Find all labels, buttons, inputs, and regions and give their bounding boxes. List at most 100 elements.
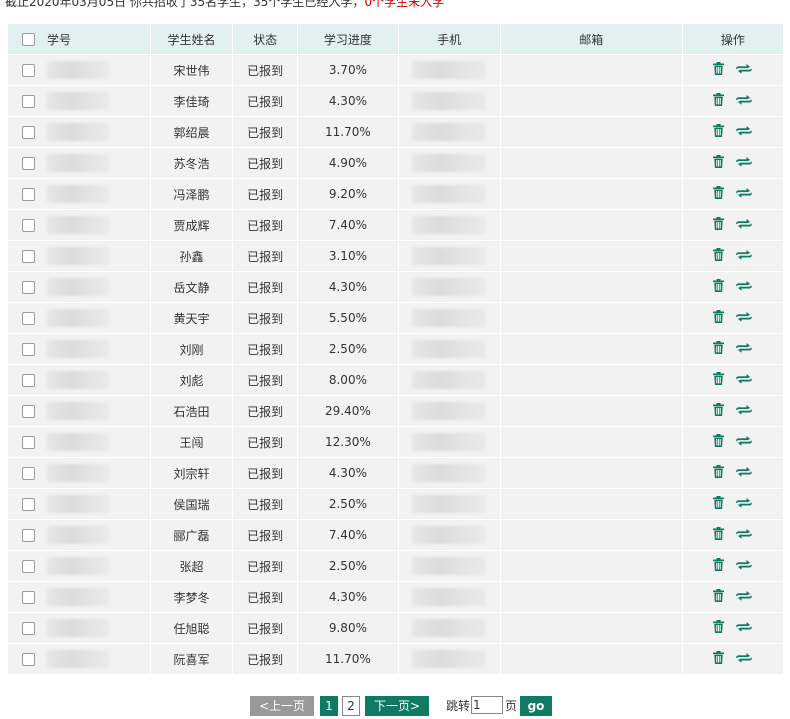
progress-cell: 4.30% — [297, 85, 399, 117]
trash-icon[interactable] — [713, 186, 725, 202]
swap-arrows-icon[interactable] — [736, 621, 753, 635]
trash-icon[interactable] — [713, 279, 725, 295]
swap-arrows-icon[interactable] — [736, 218, 753, 232]
trash-icon[interactable] — [713, 310, 725, 326]
page-1-button[interactable]: 1 — [320, 696, 338, 716]
trash-icon[interactable] — [713, 93, 725, 109]
trash-icon[interactable] — [713, 372, 725, 388]
student-name-cell: 黄天宇 — [150, 302, 233, 334]
select-all-checkbox[interactable] — [22, 32, 35, 46]
trash-icon[interactable] — [713, 589, 725, 605]
swap-arrows-icon[interactable] — [736, 187, 753, 201]
row-checkbox[interactable] — [22, 187, 35, 201]
swap-arrows-icon[interactable] — [736, 342, 753, 356]
table-header-row: 学号 学生姓名 状态 学习进度 手机 邮箱 操作 — [6, 23, 785, 55]
swap-arrows-icon[interactable] — [736, 497, 753, 511]
row-checkbox[interactable] — [22, 342, 35, 356]
jump-label: 跳转 — [446, 699, 471, 713]
trash-icon[interactable] — [713, 527, 725, 543]
row-checkbox[interactable] — [22, 311, 35, 325]
row-checkbox[interactable] — [22, 249, 35, 263]
swap-arrows-icon[interactable] — [736, 280, 753, 294]
next-page-button[interactable]: 下一页> — [365, 696, 429, 716]
email-cell — [499, 147, 683, 179]
row-checkbox[interactable] — [22, 497, 35, 511]
phone-cell — [397, 395, 501, 427]
redacted-student-id — [47, 619, 109, 637]
prev-page-button[interactable]: <上一页 — [250, 696, 314, 716]
email-cell — [499, 85, 683, 117]
email-cell — [499, 426, 683, 458]
swap-arrows-icon[interactable] — [736, 156, 753, 170]
row-checkbox[interactable] — [22, 280, 35, 294]
swap-arrows-icon[interactable] — [736, 435, 753, 449]
student-id-cell — [6, 271, 152, 303]
swap-arrows-icon[interactable] — [736, 528, 753, 542]
table-row: 黄天宇 已报到 5.50% — [6, 302, 785, 334]
swap-arrows-icon[interactable] — [736, 590, 753, 604]
go-button[interactable]: go — [520, 696, 552, 716]
swap-arrows-icon[interactable] — [736, 311, 753, 325]
redacted-phone — [412, 92, 487, 110]
ops-cell — [681, 550, 785, 582]
trash-icon[interactable] — [713, 248, 725, 264]
trash-icon[interactable] — [713, 217, 725, 233]
row-checkbox[interactable] — [22, 435, 35, 449]
row-checkbox[interactable] — [22, 94, 35, 108]
phone-cell — [397, 550, 501, 582]
redacted-phone — [412, 309, 487, 327]
trash-icon[interactable] — [713, 558, 725, 574]
row-checkbox[interactable] — [22, 404, 35, 418]
trash-icon[interactable] — [713, 620, 725, 636]
redacted-phone — [412, 123, 487, 141]
progress-cell: 4.30% — [297, 271, 399, 303]
row-checkbox[interactable] — [22, 63, 35, 77]
table-row: 冯泽鹏 已报到 9.20% — [6, 178, 785, 210]
progress-cell: 11.70% — [297, 643, 399, 675]
trash-icon[interactable] — [713, 341, 725, 357]
student-name-cell: 李佳琦 — [150, 85, 233, 117]
header-phone: 手机 — [397, 23, 501, 55]
trash-icon[interactable] — [713, 434, 725, 450]
ops-cell — [681, 85, 785, 117]
student-name-cell: 任旭聪 — [150, 612, 233, 644]
email-cell — [499, 209, 683, 241]
row-checkbox[interactable] — [22, 373, 35, 387]
student-name-cell: 孙鑫 — [150, 240, 233, 272]
row-checkbox[interactable] — [22, 218, 35, 232]
swap-arrows-icon[interactable] — [736, 373, 753, 387]
swap-arrows-icon[interactable] — [736, 559, 753, 573]
student-name-cell: 侯国瑞 — [150, 488, 233, 520]
student-name-cell: 郭绍晨 — [150, 116, 233, 148]
row-checkbox[interactable] — [22, 466, 35, 480]
trash-icon[interactable] — [713, 155, 725, 171]
swap-arrows-icon[interactable] — [736, 63, 753, 77]
trash-icon[interactable] — [713, 403, 725, 419]
trash-icon[interactable] — [713, 465, 725, 481]
swap-arrows-icon[interactable] — [736, 404, 753, 418]
jump-page-input[interactable] — [471, 696, 503, 714]
status-cell: 已报到 — [231, 54, 299, 86]
swap-arrows-icon[interactable] — [736, 94, 753, 108]
table-row: 刘刚 已报到 2.50% — [6, 333, 785, 365]
status-cell: 已报到 — [231, 147, 299, 179]
row-checkbox[interactable] — [22, 125, 35, 139]
swap-arrows-icon[interactable] — [736, 652, 753, 666]
row-checkbox[interactable] — [22, 528, 35, 542]
student-name-cell: 郦广磊 — [150, 519, 233, 551]
row-checkbox[interactable] — [22, 156, 35, 170]
swap-arrows-icon[interactable] — [736, 249, 753, 263]
row-checkbox[interactable] — [22, 621, 35, 635]
trash-icon[interactable] — [713, 124, 725, 140]
page-2-button[interactable]: 2 — [342, 696, 360, 716]
swap-arrows-icon[interactable] — [736, 125, 753, 139]
header-name: 学生姓名 — [150, 23, 233, 55]
swap-arrows-icon[interactable] — [736, 466, 753, 480]
student-name-cell: 石浩田 — [150, 395, 233, 427]
trash-icon[interactable] — [713, 651, 725, 667]
row-checkbox[interactable] — [22, 559, 35, 573]
trash-icon[interactable] — [713, 62, 725, 78]
row-checkbox[interactable] — [22, 652, 35, 666]
row-checkbox[interactable] — [22, 590, 35, 604]
trash-icon[interactable] — [713, 496, 725, 512]
